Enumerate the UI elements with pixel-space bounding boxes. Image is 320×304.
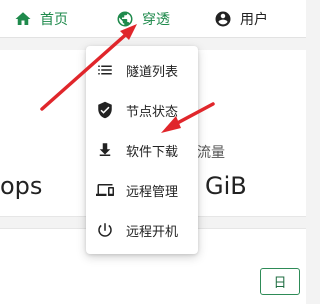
stat-value-right: GiB xyxy=(205,172,247,200)
menu-item-label: 软件下载 xyxy=(126,144,179,160)
power-icon xyxy=(96,221,114,239)
nav-user[interactable]: 用户 xyxy=(214,0,268,37)
nav-tunnel-label: 穿透 xyxy=(142,11,170,28)
menu-item-label: 远程开机 xyxy=(126,224,179,240)
nav-user-label: 用户 xyxy=(240,11,268,28)
menu-item-label: 节点状态 xyxy=(126,104,179,120)
menu-item-remote-power-on[interactable]: 远程开机 xyxy=(86,210,198,250)
shield-check-icon xyxy=(96,101,114,119)
day-button[interactable]: 日 xyxy=(260,268,300,295)
stat-label: 流量 xyxy=(197,145,225,161)
menu-item-label: 隧道列表 xyxy=(126,64,179,80)
tunnel-dropdown-menu: 隧道列表 节点状态 软件下载 远程管理 远程开机 xyxy=(86,46,198,254)
menu-item-software-download[interactable]: 软件下载 xyxy=(86,130,198,170)
globe-icon xyxy=(116,10,134,28)
menu-item-tunnel-list[interactable]: 隧道列表 xyxy=(86,50,198,90)
account-icon xyxy=(214,10,232,28)
menu-item-remote-management[interactable]: 远程管理 xyxy=(86,170,198,210)
nav-tunnel[interactable]: 穿透 xyxy=(116,0,170,37)
nav-home-label: 首页 xyxy=(40,11,68,28)
devices-icon xyxy=(96,181,114,199)
top-nav: 首页 穿透 用户 xyxy=(0,0,306,38)
nav-home[interactable]: 首页 xyxy=(14,0,68,37)
menu-item-label: 远程管理 xyxy=(126,184,179,200)
menu-item-node-status[interactable]: 节点状态 xyxy=(86,90,198,130)
download-icon xyxy=(96,141,114,159)
stat-value-left: ops xyxy=(0,172,43,200)
list-icon xyxy=(96,61,114,79)
home-icon xyxy=(14,10,32,28)
